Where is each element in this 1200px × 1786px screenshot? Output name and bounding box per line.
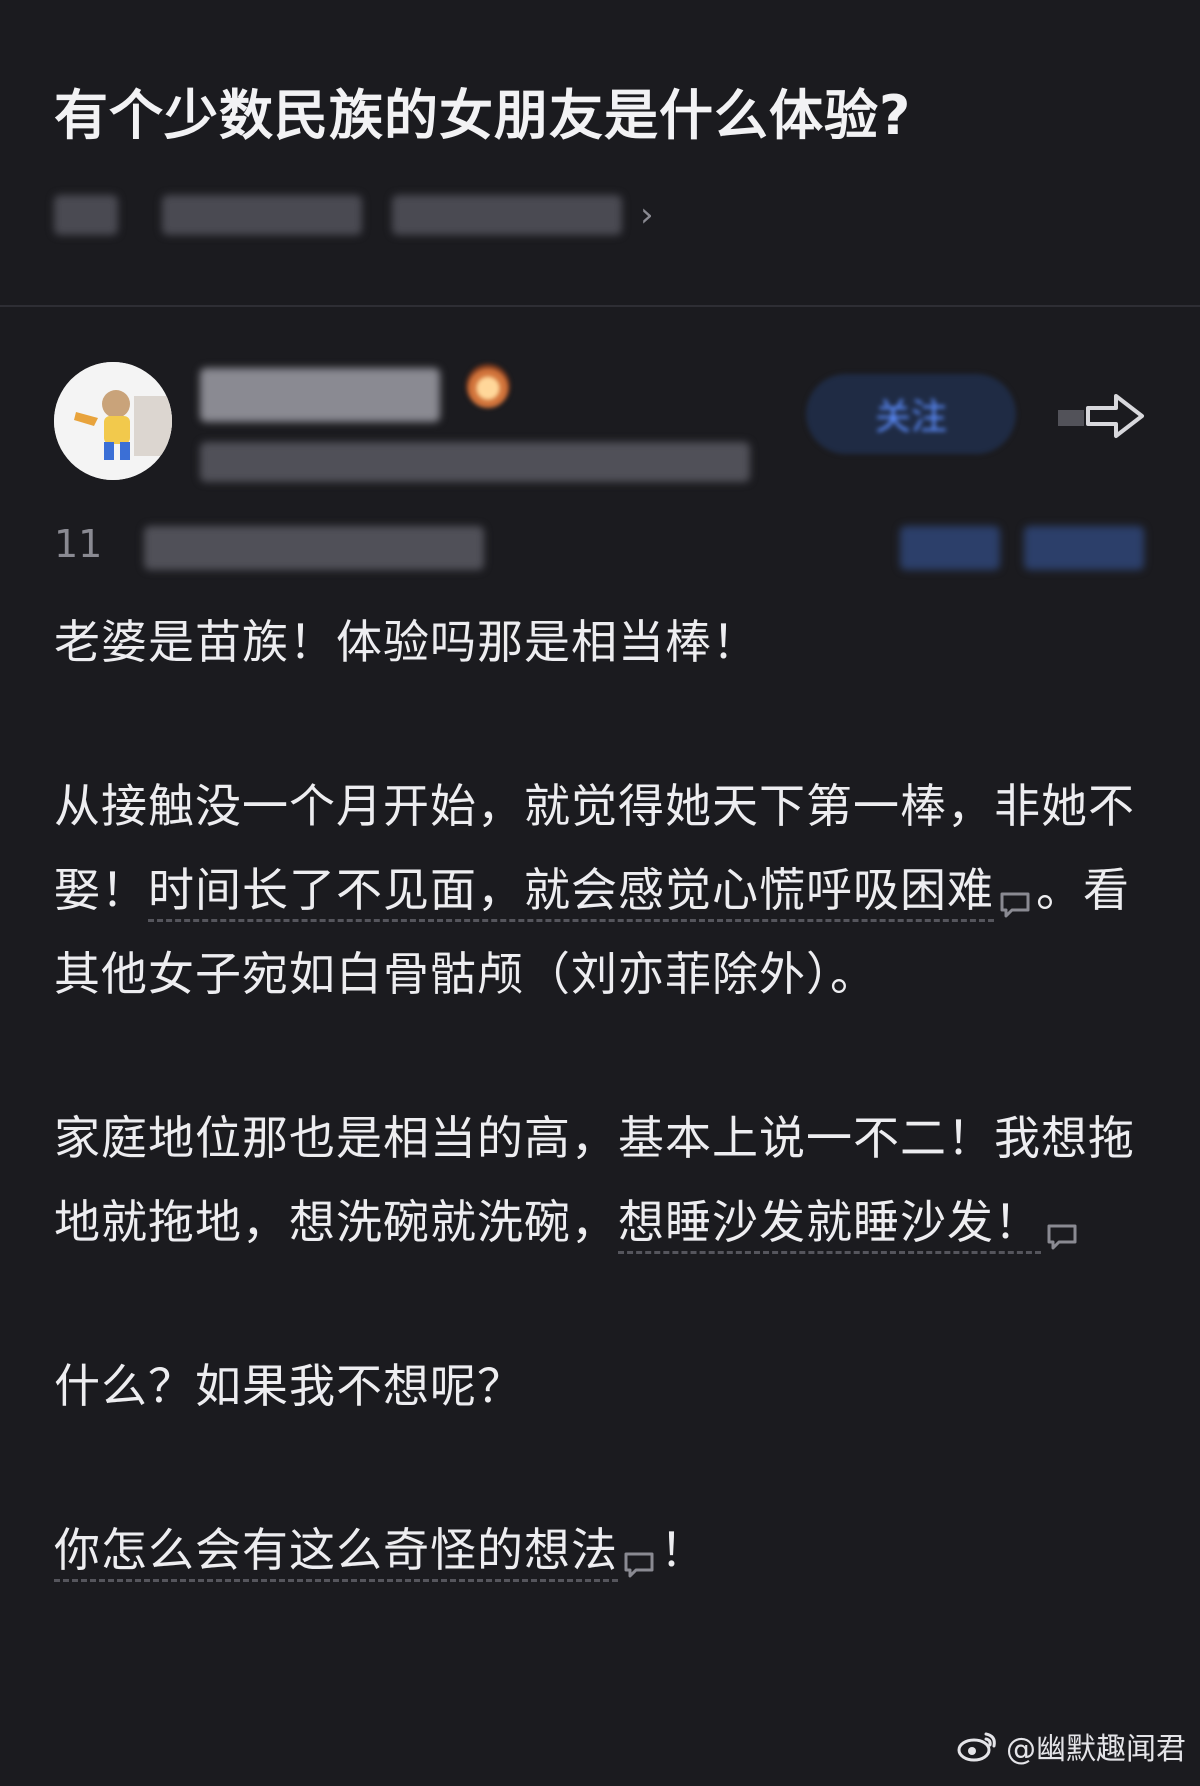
blurred-meta-2 xyxy=(162,194,362,235)
share-arrow-icon[interactable] xyxy=(1054,386,1150,446)
author-badge-icon xyxy=(466,364,510,408)
author-bio-blurred xyxy=(200,442,750,482)
chevron-right-icon[interactable]: › xyxy=(640,195,654,235)
stats-blurred-2 xyxy=(900,526,1000,570)
question-meta[interactable]: › xyxy=(54,191,1146,239)
comment-bubble-icon[interactable] xyxy=(1045,1222,1079,1252)
follow-button[interactable]: 关注 xyxy=(806,374,1016,454)
author-row: 关注 xyxy=(54,362,1146,482)
blurred-meta-3 xyxy=(392,194,622,235)
question-title[interactable]: 有个少数民族的女朋友是什么体验? xyxy=(54,84,1146,149)
answer-text: ！ xyxy=(660,1523,707,1577)
stats-visible-number: 11 xyxy=(54,522,103,566)
watermark-text: @幽默趣闻君 xyxy=(1006,1732,1186,1767)
highlighted-comment-text[interactable]: 时间长了不见面，就会感觉心慌呼吸困难 xyxy=(148,863,994,922)
author-name-blurred[interactable] xyxy=(200,368,440,422)
stats-blurred-1 xyxy=(144,526,484,570)
answer-paragraph-3: 家庭地位那也是相当的高，基本上说一不二！我想拖地就拖地，想洗碗就洗碗，想睡沙发就… xyxy=(54,1096,1144,1264)
highlighted-comment-text[interactable]: 想睡沙发就睡沙发！ xyxy=(618,1195,1041,1254)
blurred-meta-1 xyxy=(54,194,118,235)
weibo-logo-icon xyxy=(957,1732,996,1762)
follow-button-label: 关注 xyxy=(874,397,947,438)
author-avatar[interactable] xyxy=(54,362,172,480)
highlighted-comment-text[interactable]: 你怎么会有这么奇怪的想法 xyxy=(54,1523,618,1582)
answer-paragraph-5: 你怎么会有这么奇怪的想法 ！ xyxy=(54,1508,1144,1592)
answer-stats: 11 xyxy=(54,518,1146,574)
question-header: 有个少数民族的女朋友是什么体验? › xyxy=(0,0,1200,239)
answer-paragraph-2: 从接触没一个月开始，就觉得她天下第一棒，非她不娶！时间长了不见面，就会感觉心慌呼… xyxy=(54,764,1144,1016)
answer-paragraph-1: 老婆是苗族！体验吗那是相当棒！ xyxy=(54,615,759,669)
answer-content: 老婆是苗族！体验吗那是相当棒！ 从接触没一个月开始，就觉得她天下第一棒，非她不娶… xyxy=(54,600,1144,1672)
comment-bubble-icon[interactable] xyxy=(622,1550,656,1580)
weibo-watermark: @幽默趣闻君 xyxy=(956,1724,1186,1768)
stats-blurred-3 xyxy=(1024,526,1144,570)
comment-bubble-icon[interactable] xyxy=(998,890,1032,920)
header-divider xyxy=(0,305,1200,307)
answer-paragraph-4: 什么？如果我不想呢？ xyxy=(54,1359,524,1413)
